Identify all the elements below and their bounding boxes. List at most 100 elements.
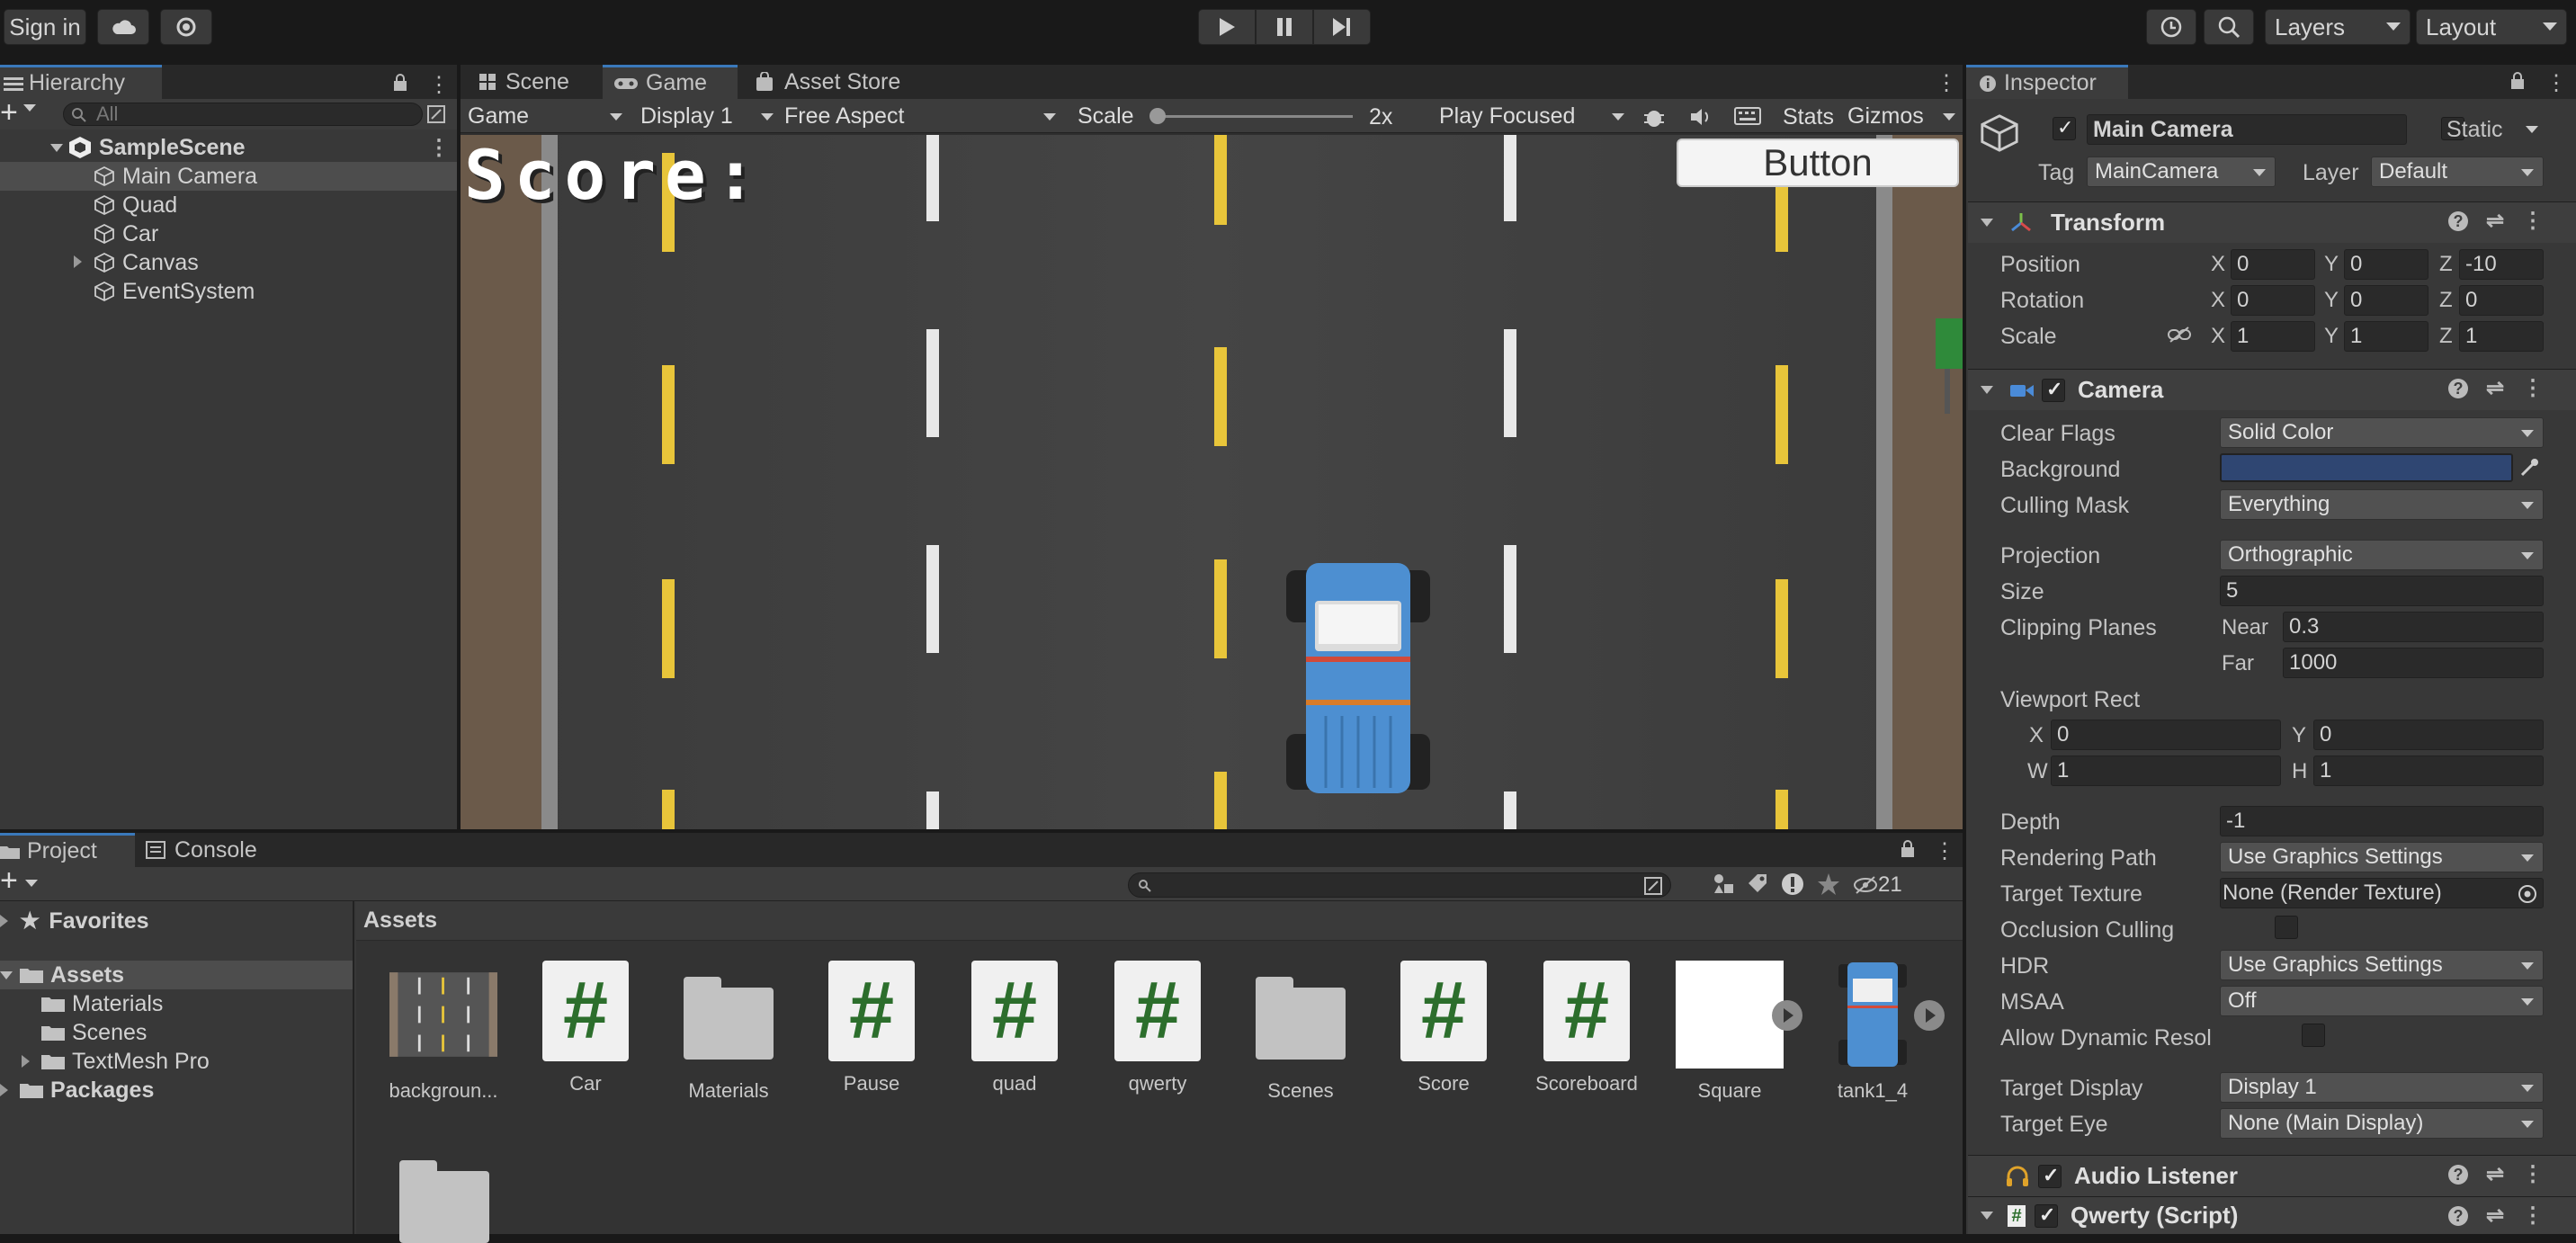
rotation-z-field[interactable]: 0	[2459, 285, 2544, 316]
tab-game[interactable]: Game	[603, 65, 738, 99]
favorites-item[interactable]: ★ Favorites	[0, 907, 149, 935]
near-field[interactable]: 0.3	[2283, 612, 2544, 642]
asset-score[interactable]: # Score	[1376, 961, 1511, 1095]
help-icon[interactable]: ?	[2448, 211, 2468, 231]
kebab-menu-icon[interactable]: ⋮	[1936, 70, 1957, 96]
expand-sprite-icon[interactable]	[1914, 1000, 1945, 1031]
aspect-dropdown[interactable]: Free Aspect	[784, 103, 1063, 130]
asset-scenes[interactable]: Scenes	[1233, 961, 1368, 1103]
folder-textmesh-pro[interactable]: TextMesh Pro	[0, 1047, 210, 1076]
clear-flags-dropdown[interactable]: Solid Color	[2220, 417, 2544, 448]
bug-icon[interactable]	[1642, 106, 1666, 128]
expand-arrow-icon[interactable]	[0, 1084, 8, 1096]
msaa-dropdown[interactable]: Off	[2220, 986, 2544, 1016]
target-display-dropdown[interactable]: Display 1	[2220, 1072, 2544, 1103]
foldout-arrow-icon[interactable]	[1981, 1212, 1993, 1220]
tab-asset-store[interactable]: Asset Store	[745, 65, 925, 99]
kebab-menu-icon[interactable]: ⋮	[1934, 838, 1955, 864]
tab-project[interactable]: Project	[0, 833, 135, 867]
target-eye-dropdown[interactable]: None (Main Display)	[2220, 1108, 2544, 1139]
chevron-down-icon[interactable]	[2526, 126, 2538, 133]
preset-sliders-icon[interactable]: ⇌	[2486, 208, 2504, 234]
tab-scene[interactable]: Scene	[468, 65, 603, 99]
scene-root[interactable]: SampleScene ⋮	[0, 133, 457, 162]
tab-inspector[interactable]: Inspector	[1966, 65, 2128, 99]
layout-dropdown[interactable]: Layout	[2416, 9, 2567, 45]
hierarchy-item-quad[interactable]: Quad	[0, 191, 177, 219]
tab-hierarchy[interactable]: Hierarchy	[0, 65, 162, 99]
scale-control[interactable]: Scale 2x	[1078, 103, 1392, 130]
keyboard-icon[interactable]	[1734, 106, 1761, 126]
size-field[interactable]: 5	[2220, 576, 2544, 606]
search-options-icon[interactable]	[1643, 876, 1663, 896]
asset-materials[interactable]: Materials	[661, 961, 796, 1103]
step-button[interactable]	[1313, 9, 1371, 45]
game-mode-dropdown[interactable]: Game	[468, 103, 628, 130]
expand-arrow-icon[interactable]	[50, 144, 63, 152]
add-icon[interactable]: +	[0, 95, 18, 130]
foldout-arrow-icon[interactable]	[1981, 386, 1993, 394]
scale-x-field[interactable]: 1	[2231, 321, 2315, 352]
asset-square[interactable]: Square	[1662, 961, 1797, 1103]
folder-materials[interactable]: Materials	[0, 989, 163, 1018]
eyedropper-icon[interactable]	[2518, 457, 2540, 478]
script-component-header[interactable]: # Qwerty (Script) ? ⇌ ⋮	[1968, 1196, 2576, 1234]
hierarchy-item-eventsystem[interactable]: EventSystem	[0, 277, 255, 306]
layer-dropdown[interactable]: Default	[2371, 156, 2544, 187]
game-viewport[interactable]: Score: Button	[461, 135, 1963, 829]
asset-pause[interactable]: # Pause	[804, 961, 939, 1095]
script-enabled-checkbox[interactable]	[2035, 1203, 2058, 1228]
services-button[interactable]	[160, 9, 212, 45]
object-name-field[interactable]: Main Camera	[2087, 114, 2407, 145]
hierarchy-search-input[interactable]: All	[63, 103, 423, 126]
object-picker-icon[interactable]	[2518, 884, 2537, 904]
depth-field[interactable]: -1	[2220, 806, 2544, 836]
asset-tank1-4[interactable]: tank1_4	[1805, 961, 1940, 1103]
rotation-x-field[interactable]: 0	[2231, 285, 2315, 316]
expand-arrow-icon[interactable]	[0, 915, 8, 927]
help-icon[interactable]: ?	[2448, 1206, 2468, 1226]
hdr-dropdown[interactable]: Use Graphics Settings	[2220, 950, 2544, 980]
kebab-menu-icon[interactable]: ⋮	[2522, 208, 2544, 234]
kebab-menu-icon[interactable]: ⋮	[2522, 1161, 2544, 1187]
asset-car[interactable]: # Car	[518, 961, 653, 1095]
scale-slider-track[interactable]	[1155, 115, 1353, 118]
audio-listener-checkbox[interactable]	[2038, 1164, 2062, 1188]
packages-item[interactable]: Packages	[0, 1076, 154, 1104]
position-x-field[interactable]: 0	[2231, 249, 2315, 280]
lock-icon[interactable]	[2509, 72, 2526, 90]
tab-console[interactable]: Console	[135, 833, 270, 867]
ui-button[interactable]: Button	[1677, 139, 1959, 187]
expand-arrow-icon[interactable]	[22, 1055, 30, 1068]
favorite-star-icon[interactable]	[1817, 872, 1840, 896]
preset-sliders-icon[interactable]: ⇌	[2486, 1203, 2504, 1229]
asset-quad[interactable]: # quad	[947, 961, 1082, 1095]
viewport-w-field[interactable]: 1	[2051, 756, 2281, 786]
rendering-path-dropdown[interactable]: Use Graphics Settings	[2220, 842, 2544, 872]
occlusion-culling-checkbox[interactable]	[2274, 916, 2298, 939]
scale-z-field[interactable]: 1	[2459, 321, 2544, 352]
expand-sprite-icon[interactable]	[1772, 1000, 1802, 1031]
hierarchy-item-car[interactable]: Car	[0, 219, 158, 248]
pause-button[interactable]	[1256, 9, 1313, 45]
lock-icon[interactable]	[1900, 840, 1916, 858]
asset-folder-partial[interactable]	[399, 1160, 489, 1243]
preset-sliders-icon[interactable]: ⇌	[2486, 375, 2504, 401]
projection-dropdown[interactable]: Orthographic	[2220, 540, 2544, 570]
asset-qwerty[interactable]: # qwerty	[1090, 961, 1225, 1095]
warning-filter-icon[interactable]	[1781, 872, 1804, 896]
viewport-y-field[interactable]: 0	[2313, 720, 2544, 750]
chevron-down-icon[interactable]	[25, 880, 38, 887]
sign-in-button[interactable]: Sign in	[4, 9, 86, 45]
hierarchy-item-canvas[interactable]: Canvas	[0, 248, 199, 277]
link-constraint-icon[interactable]	[2168, 326, 2191, 344]
expand-arrow-icon[interactable]	[0, 971, 13, 979]
assets-item[interactable]: Assets	[0, 961, 353, 989]
expand-arrow-icon[interactable]	[74, 255, 82, 268]
culling-mask-dropdown[interactable]: Everything	[2220, 489, 2544, 520]
preset-sliders-icon[interactable]: ⇌	[2486, 1161, 2504, 1187]
play-button[interactable]	[1198, 9, 1256, 45]
transform-header[interactable]: Transform ? ⇌ ⋮	[1968, 201, 2576, 243]
viewport-h-field[interactable]: 1	[2313, 756, 2544, 786]
speaker-icon[interactable]	[1689, 106, 1713, 128]
